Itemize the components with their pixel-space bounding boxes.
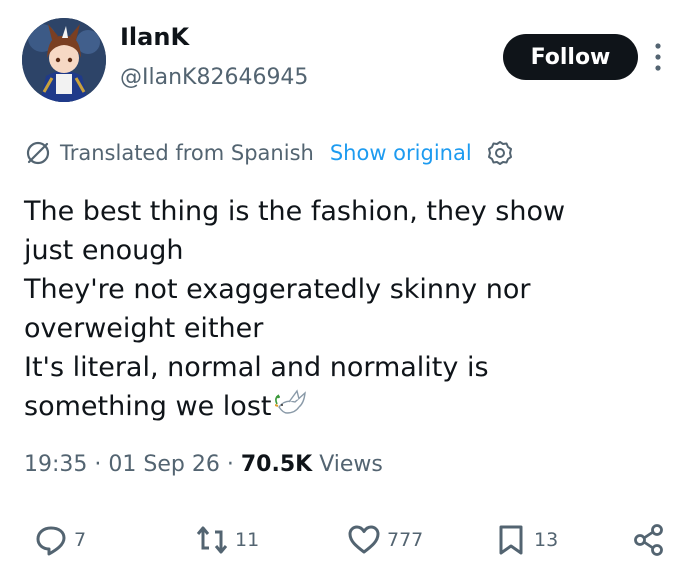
tweet-date[interactable]: 01 Sep 26 — [108, 452, 219, 477]
tweet-line: They're not exaggeratedly skinny nor — [24, 274, 531, 305]
bookmark-count: 13 — [534, 529, 559, 551]
reply-icon — [36, 526, 66, 556]
tweet-line: It's literal, normal and normality is — [24, 352, 489, 383]
tweet-line: overweight either — [24, 313, 264, 344]
like-icon — [348, 525, 380, 554]
translation-notice: Translated from Spanish — [60, 141, 314, 165]
action-bar: 7 11 777 13 — [0, 512, 700, 568]
reply-button[interactable]: 7 — [34, 512, 86, 568]
separator-dot: · — [94, 452, 109, 477]
repost-icon — [196, 526, 228, 554]
gear-icon[interactable] — [486, 139, 514, 167]
like-button[interactable]: 777 — [347, 512, 423, 568]
bookmark-button[interactable]: 13 — [494, 512, 558, 568]
display-name[interactable]: IlanK — [120, 22, 189, 52]
separator-dot: · — [226, 452, 241, 477]
tweet-last-line: something we lost — [24, 387, 684, 426]
translate-icon — [24, 139, 52, 167]
follow-button[interactable]: Follow — [503, 34, 638, 80]
tweet-text: The best thing is the fashion, they show… — [24, 192, 684, 426]
translation-bar: Translated from Spanish Show original — [24, 137, 514, 169]
reply-count: 7 — [74, 529, 87, 551]
repost-count: 11 — [235, 529, 260, 551]
views-label: Views — [319, 452, 383, 477]
tweet-meta: 19:35 · 01 Sep 26 · 70.5K Views — [24, 448, 383, 482]
like-count: 777 — [387, 529, 424, 551]
user-handle[interactable]: @IlanK82646945 — [120, 64, 308, 92]
avatar[interactable] — [22, 18, 106, 102]
bookmark-icon — [499, 525, 523, 555]
share-icon — [634, 524, 663, 556]
more-icon[interactable] — [650, 40, 666, 74]
tweet-line: something we lost — [24, 391, 272, 422]
tweet-line: The best thing is the fashion, they show — [24, 196, 566, 227]
tweet-time[interactable]: 19:35 — [24, 452, 87, 477]
repost-button[interactable]: 11 — [195, 512, 259, 568]
tweet-line: just enough — [24, 235, 184, 266]
share-button[interactable] — [632, 512, 666, 568]
views-count: 70.5K — [240, 452, 313, 477]
dove-emoji — [275, 389, 311, 419]
show-original-link[interactable]: Show original — [330, 141, 472, 165]
